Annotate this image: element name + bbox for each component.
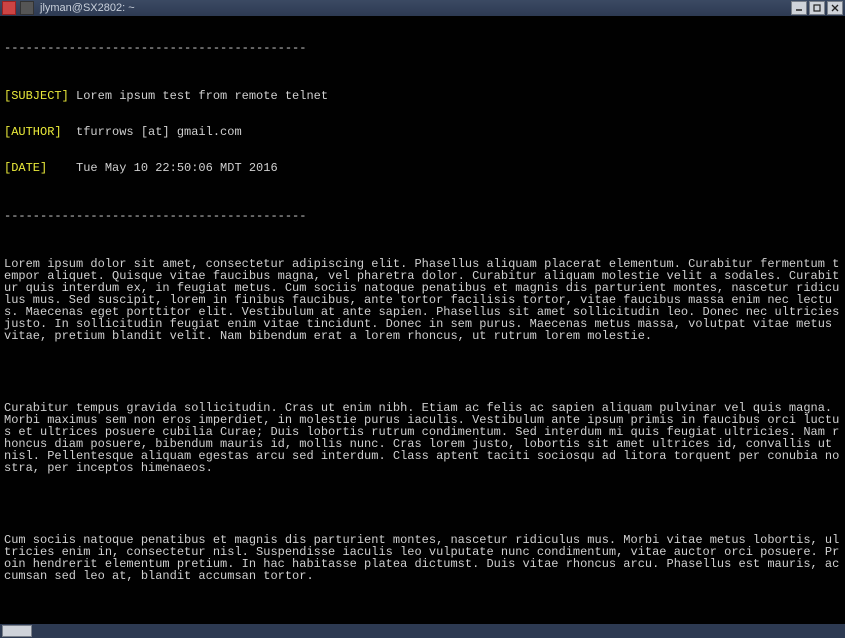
taskbar[interactable]	[0, 624, 845, 638]
divider-top: ----------------------------------------…	[4, 42, 841, 54]
blank-line	[4, 366, 841, 378]
blank-line	[4, 498, 841, 510]
body-paragraph-1: Lorem ipsum dolor sit amet, consectetur …	[4, 258, 841, 342]
body-paragraph-3: Cum sociis natoque penatibus et magnis d…	[4, 534, 841, 582]
taskbar-button[interactable]	[2, 625, 32, 637]
close-button[interactable]	[827, 1, 843, 15]
window-title: jlyman@SX2802: ~	[38, 2, 135, 14]
body-paragraph-2: Curabitur tempus gravida sollicitudin. C…	[4, 402, 841, 474]
close-icon	[831, 4, 839, 12]
header-author-row: [AUTHOR] tfurrows [at] gmail.com	[4, 126, 841, 138]
subject-label: [SUBJECT]	[4, 89, 69, 103]
date-label: [DATE]	[4, 161, 69, 175]
author-label: [AUTHOR]	[4, 125, 69, 139]
terminal-icon	[20, 1, 34, 15]
header-date-row: [DATE] Tue May 10 22:50:06 MDT 2016	[4, 162, 841, 174]
maximize-icon	[813, 4, 821, 12]
blank-line	[4, 606, 841, 618]
author-value: tfurrows [at] gmail.com	[76, 125, 242, 139]
terminal-viewport[interactable]: ----------------------------------------…	[0, 16, 845, 624]
header-subject-row: [SUBJECT] Lorem ipsum test from remote t…	[4, 90, 841, 102]
divider-after-header: ----------------------------------------…	[4, 210, 841, 222]
date-value: Tue May 10 22:50:06 MDT 2016	[76, 161, 278, 175]
window-titlebar: jlyman@SX2802: ~	[0, 0, 845, 16]
minimize-button[interactable]	[791, 1, 807, 15]
maximize-button[interactable]	[809, 1, 825, 15]
app-icon	[2, 1, 16, 15]
subject-value: Lorem ipsum test from remote telnet	[76, 89, 328, 103]
minimize-icon	[795, 4, 803, 12]
